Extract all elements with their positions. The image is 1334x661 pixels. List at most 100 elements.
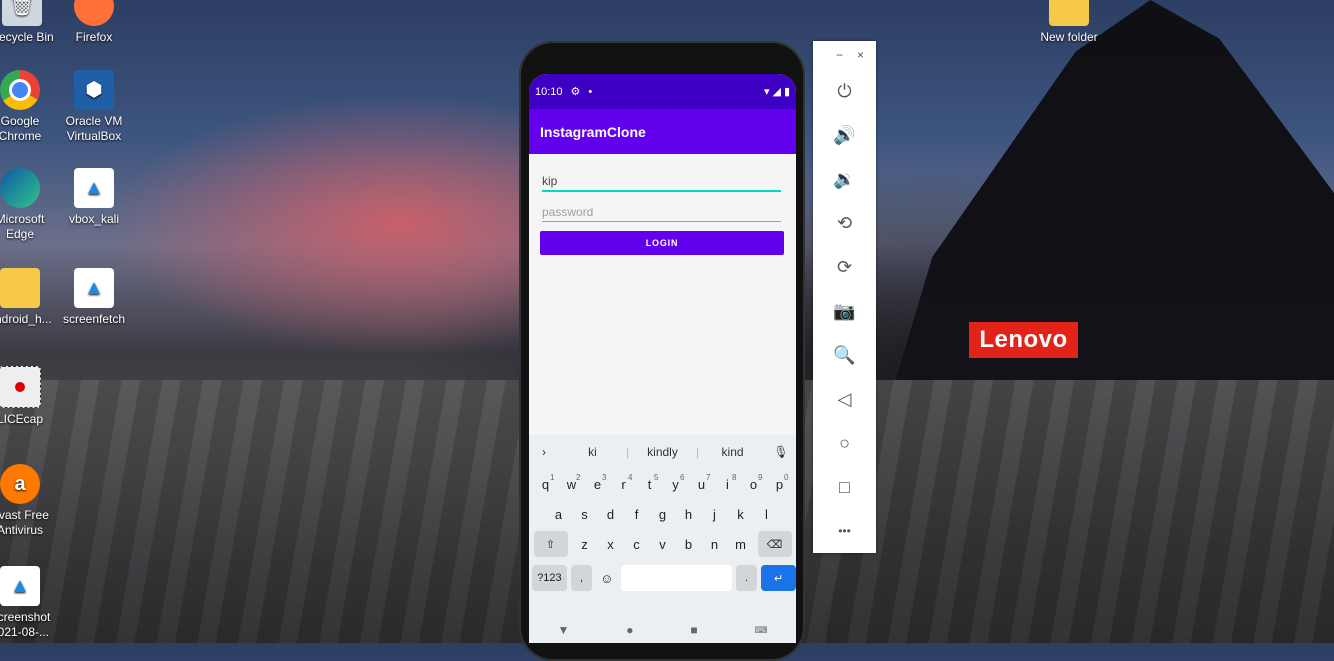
desktop-icon-new-folder[interactable]: New folder <box>1029 0 1109 45</box>
overview-icon[interactable]: □ <box>813 465 876 509</box>
suggestion-item[interactable]: kindly <box>629 445 696 459</box>
desktop-icon-label: Microsoft Edge <box>0 212 45 241</box>
key-i[interactable]: i8 <box>715 471 741 497</box>
desktop-icon-vbox-kali[interactable]: ▲ vbox_kali <box>54 168 134 227</box>
minimize-icon[interactable]: − <box>836 48 843 62</box>
desktop-icon-label: Recycle Bin <box>0 30 54 44</box>
desktop-icon-label: LICEcap <box>0 412 44 426</box>
desktop-icon-edge[interactable]: Microsoft Edge <box>0 168 60 242</box>
desktop-icon-label: screenfetch <box>62 312 126 326</box>
desktop-icon-chrome[interactable]: Google Chrome <box>0 70 60 144</box>
space-key[interactable] <box>621 565 732 591</box>
battery-icon: ▮ <box>783 86 790 98</box>
phone-screen: 10:10 ⚙ • ▾ ◢ ▮ InstagramClone kip passw… <box>529 74 796 643</box>
status-bar: 10:10 ⚙ • ▾ ◢ ▮ <box>529 74 796 109</box>
power-icon[interactable]: ⏻ <box>813 69 876 113</box>
image-file-icon: ▲ <box>74 168 114 208</box>
back-nav-icon[interactable]: ▼ <box>557 623 569 637</box>
key-v[interactable]: v <box>650 531 676 557</box>
recents-nav-icon[interactable]: ■ <box>690 623 697 637</box>
home-icon[interactable]: ○ <box>813 421 876 465</box>
image-file-icon: ▲ <box>74 268 114 308</box>
enter-icon[interactable]: ↵ <box>761 565 796 591</box>
key-p[interactable]: p0 <box>767 471 793 497</box>
desktop-icon-avast[interactable]: a Avast Free Antivirus <box>0 464 60 538</box>
password-field[interactable]: password <box>542 205 781 222</box>
phone-nav-bar: ▼ ● ■ ⌨ <box>529 617 796 643</box>
avast-icon: a <box>0 464 40 504</box>
emoji-icon[interactable]: ☺ <box>596 565 617 591</box>
desktop-icon-screenshot[interactable]: ▲ Screenshot 2021-08-... <box>0 566 60 640</box>
desktop-icon-label: Avast Free Antivirus <box>0 508 49 537</box>
folder-icon <box>0 268 40 308</box>
zoom-icon[interactable]: 🔍 <box>813 333 876 377</box>
key-j[interactable]: j <box>702 501 728 527</box>
folder-icon <box>1049 0 1089 26</box>
desktop-icon-recycle-bin[interactable]: 🗑 Recycle Bin <box>0 0 62 45</box>
edge-icon <box>0 168 40 208</box>
keyboard-switch-icon[interactable]: ⌨ <box>755 625 768 636</box>
comma-key[interactable]: , <box>570 565 593 591</box>
gear-icon: ⚙ <box>570 86 581 98</box>
key-m[interactable]: m <box>728 531 754 557</box>
key-o[interactable]: o9 <box>741 471 767 497</box>
microphone-icon[interactable]: 🎙 <box>766 445 796 459</box>
key-d[interactable]: d <box>598 501 624 527</box>
volume-up-icon[interactable]: 🔊 <box>813 113 876 157</box>
volume-down-icon[interactable]: 🔉 <box>813 157 876 201</box>
back-icon[interactable]: ◁ <box>813 377 876 421</box>
key-t[interactable]: t5 <box>637 471 663 497</box>
symbols-key[interactable]: ?123 <box>532 565 567 591</box>
key-e[interactable]: e3 <box>585 471 611 497</box>
key-b[interactable]: b <box>676 531 702 557</box>
backspace-icon[interactable]: ⌫ <box>757 531 792 557</box>
chevron-right-icon[interactable]: › <box>529 445 559 459</box>
key-z[interactable]: z <box>572 531 598 557</box>
key-n[interactable]: n <box>702 531 728 557</box>
key-r[interactable]: r4 <box>611 471 637 497</box>
recycle-bin-icon: 🗑 <box>2 0 42 26</box>
close-icon[interactable]: × <box>857 48 864 62</box>
key-h[interactable]: h <box>676 501 702 527</box>
desktop-icon-label: vbox_kali <box>68 212 120 226</box>
keyboard-row-1: q1 w2 e3 r4 t5 y6 u7 i8 o9 p0 <box>529 469 796 499</box>
key-q[interactable]: q1 <box>533 471 559 497</box>
wifi-icon: ▾ <box>763 86 770 98</box>
more-icon[interactable]: ••• <box>813 509 876 553</box>
desktop-icon-android-folder[interactable]: android_h... <box>0 268 60 327</box>
key-s[interactable]: s <box>572 501 598 527</box>
key-y[interactable]: y6 <box>663 471 689 497</box>
period-key[interactable]: . <box>735 565 758 591</box>
camera-icon[interactable]: 📷 <box>813 289 876 333</box>
shift-icon[interactable]: ⇧ <box>533 531 568 557</box>
rotate-left-icon[interactable]: ⟲ <box>813 201 876 245</box>
password-placeholder: password <box>542 205 594 219</box>
suggestion-item[interactable]: kind <box>699 445 766 459</box>
rotate-right-icon[interactable]: ⟳ <box>813 245 876 289</box>
firefox-icon <box>74 0 114 26</box>
key-g[interactable]: g <box>650 501 676 527</box>
app-title: InstagramClone <box>540 123 646 140</box>
key-f[interactable]: f <box>624 501 650 527</box>
key-x[interactable]: x <box>598 531 624 557</box>
desktop-icon-label: Oracle VM VirtualBox <box>65 114 123 143</box>
key-k[interactable]: k <box>728 501 754 527</box>
key-u[interactable]: u7 <box>689 471 715 497</box>
suggestion-item[interactable]: ki <box>559 445 626 459</box>
desktop-icon-screenfetch[interactable]: ▲ screenfetch <box>54 268 134 327</box>
chrome-icon <box>0 70 40 110</box>
desktop-icon-licecap[interactable]: LICEcap <box>0 366 60 427</box>
desktop-icon-virtualbox[interactable]: ⬢ Oracle VM VirtualBox <box>54 70 134 144</box>
key-l[interactable]: l <box>754 501 780 527</box>
soft-keyboard: › ki | kindly | kind 🎙 q1 w2 e3 r4 t5 y6… <box>529 435 796 643</box>
desktop-icon-label: New folder <box>1040 30 1098 44</box>
desktop-icon-label: Google Chrome <box>0 114 42 143</box>
desktop-icon-firefox[interactable]: Firefox <box>54 0 134 45</box>
key-c[interactable]: c <box>624 531 650 557</box>
username-field[interactable]: kip <box>542 174 781 192</box>
login-button[interactable]: LOGIN <box>540 231 784 255</box>
key-w[interactable]: w2 <box>559 471 585 497</box>
key-a[interactable]: a <box>546 501 572 527</box>
virtualbox-icon: ⬢ <box>74 70 114 110</box>
home-nav-icon[interactable]: ● <box>626 623 633 637</box>
